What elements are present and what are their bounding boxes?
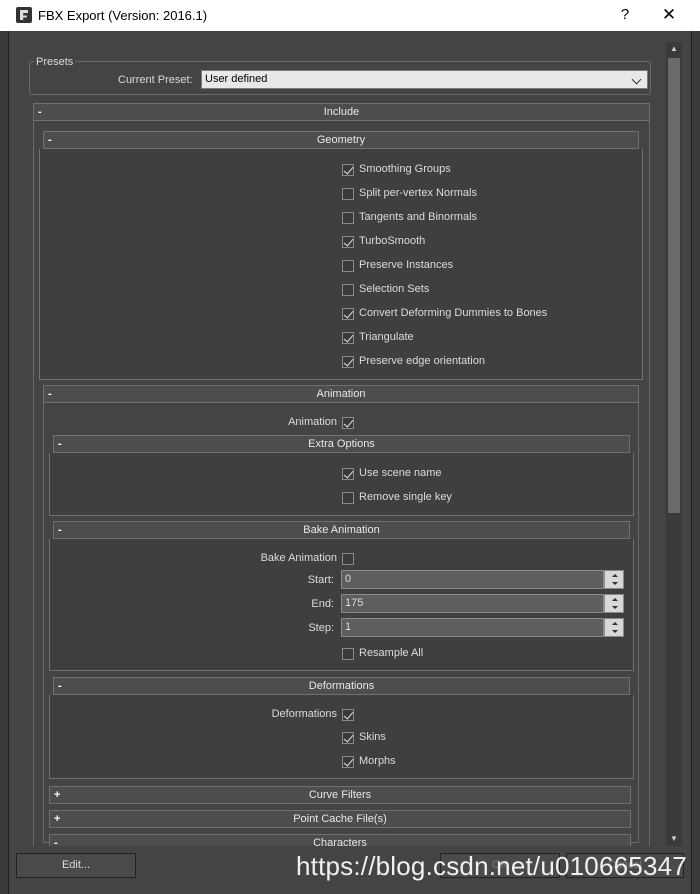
- bake-animation-checkbox[interactable]: [342, 553, 354, 565]
- close-button[interactable]: ✕: [654, 4, 684, 26]
- use-scene-name-checkbox[interactable]: [342, 468, 354, 480]
- convert-dummies-checkbox[interactable]: [342, 308, 354, 320]
- rollout-title: Animation: [316, 388, 366, 400]
- scrollbar-thumb[interactable]: [668, 58, 680, 513]
- extra-options-panel: [49, 453, 634, 516]
- rollout-animation[interactable]: - Animation: [43, 385, 639, 403]
- step-spinner-arrows[interactable]: [604, 618, 624, 637]
- split-normals-label: Split per-vertex Normals: [359, 187, 477, 199]
- start-value: 0: [345, 573, 352, 585]
- rollout-title: Deformations: [308, 680, 375, 692]
- animation-checkbox[interactable]: [342, 417, 354, 429]
- presets-group-label: Presets: [34, 56, 76, 68]
- frame-edge-left: [0, 31, 8, 894]
- rollout-toggle[interactable]: -: [58, 678, 68, 694]
- end-spinner-arrows[interactable]: [604, 594, 624, 613]
- rollout-toggle[interactable]: -: [48, 132, 58, 148]
- end-value: 175: [345, 597, 364, 609]
- preserve-edge-checkbox[interactable]: [342, 356, 354, 368]
- start-label: Start:: [307, 574, 334, 586]
- rollout-characters[interactable]: - Characters: [49, 834, 631, 846]
- current-preset-label: Current Preset:: [118, 74, 193, 86]
- bake-animation-label: Bake Animation: [260, 552, 337, 564]
- remove-single-key-label: Remove single key: [359, 491, 452, 503]
- preserve-instances-checkbox[interactable]: [342, 260, 354, 272]
- rollout-title: Extra Options: [308, 438, 375, 450]
- smoothing-groups-checkbox[interactable]: [342, 164, 354, 176]
- end-field[interactable]: 175: [341, 594, 604, 613]
- rollout-title: Geometry: [316, 134, 366, 146]
- use-scene-name-label: Use scene name: [359, 467, 442, 479]
- animation-label: Animation: [288, 416, 337, 428]
- edit-button[interactable]: Edit...: [16, 853, 136, 878]
- rollout-bake-animation[interactable]: - Bake Animation: [53, 521, 630, 539]
- current-preset-select[interactable]: User defined: [201, 70, 648, 89]
- vertical-scrollbar[interactable]: ▲ ▼: [666, 42, 682, 846]
- deformations-checkbox[interactable]: [342, 709, 354, 721]
- step-value: 1: [345, 621, 352, 633]
- resample-all-checkbox[interactable]: [342, 648, 354, 660]
- rollout-title: Bake Animation: [303, 524, 380, 536]
- rollout-title: Curve Filters: [308, 789, 372, 801]
- skins-label: Skins: [359, 731, 386, 743]
- dialog-content: Presets Current Preset: User defined - I…: [20, 42, 662, 846]
- scroll-up-icon[interactable]: ▲: [666, 42, 682, 56]
- triangulate-checkbox[interactable]: [342, 332, 354, 344]
- resample-all-label: Resample All: [359, 647, 424, 659]
- step-field[interactable]: 1: [341, 618, 604, 637]
- morphs-checkbox[interactable]: [342, 756, 354, 768]
- preserve-edge-label: Preserve edge orientation: [359, 355, 485, 367]
- end-label: End:: [311, 598, 334, 610]
- watermark-text: https://blog.csdn.net/u010665347: [296, 851, 687, 881]
- selection-sets-checkbox[interactable]: [342, 284, 354, 296]
- smoothing-groups-label: Smoothing Groups: [359, 163, 451, 175]
- step-label: Step:: [308, 622, 334, 634]
- frame-edge-right: [692, 31, 700, 894]
- app-icon: [16, 7, 32, 23]
- triangulate-label: Triangulate: [359, 331, 414, 343]
- rollout-title: Characters: [313, 837, 367, 846]
- remove-single-key-checkbox[interactable]: [342, 492, 354, 504]
- rollout-toggle[interactable]: -: [38, 104, 48, 120]
- rollout-point-cache[interactable]: + Point Cache File(s): [49, 810, 631, 828]
- current-preset-value: User defined: [205, 73, 268, 85]
- convert-dummies-label: Convert Deforming Dummies to Bones: [359, 307, 548, 319]
- rollout-toggle[interactable]: -: [48, 386, 58, 402]
- preserve-instances-label: Preserve Instances: [359, 259, 454, 271]
- rollout-include[interactable]: - Include: [33, 103, 650, 121]
- title-bar: FBX Export (Version: 2016.1) ? ✕: [0, 0, 700, 31]
- rollout-extra-options[interactable]: - Extra Options: [53, 435, 630, 453]
- start-spinner-arrows[interactable]: [604, 570, 624, 589]
- rollout-toggle[interactable]: -: [58, 522, 68, 538]
- start-field[interactable]: 0: [341, 570, 604, 589]
- deformations-label: Deformations: [271, 708, 337, 720]
- rollout-toggle[interactable]: +: [54, 811, 64, 827]
- help-button[interactable]: ?: [610, 4, 640, 26]
- scroll-down-icon[interactable]: ▼: [666, 832, 682, 846]
- chevron-down-icon[interactable]: [631, 71, 643, 88]
- turbosmooth-checkbox[interactable]: [342, 236, 354, 248]
- rollout-toggle[interactable]: -: [58, 436, 68, 452]
- rollout-curve-filters[interactable]: + Curve Filters: [49, 786, 631, 804]
- selection-sets-label: Selection Sets: [359, 283, 430, 295]
- tangents-binormals-label: Tangents and Binormals: [359, 211, 478, 223]
- geometry-panel: [39, 149, 643, 380]
- skins-checkbox[interactable]: [342, 732, 354, 744]
- morphs-label: Morphs: [359, 755, 396, 767]
- rollout-toggle[interactable]: -: [54, 835, 64, 846]
- rollout-title: Include: [323, 106, 360, 118]
- rollout-deformations[interactable]: - Deformations: [53, 677, 630, 695]
- rollout-toggle[interactable]: +: [54, 787, 64, 803]
- rollout-geometry[interactable]: - Geometry: [43, 131, 639, 149]
- split-normals-checkbox[interactable]: [342, 188, 354, 200]
- rollout-title: Point Cache File(s): [293, 813, 387, 825]
- tangents-binormals-checkbox[interactable]: [342, 212, 354, 224]
- turbosmooth-label: TurboSmooth: [359, 235, 426, 247]
- window-title: FBX Export (Version: 2016.1): [38, 8, 208, 23]
